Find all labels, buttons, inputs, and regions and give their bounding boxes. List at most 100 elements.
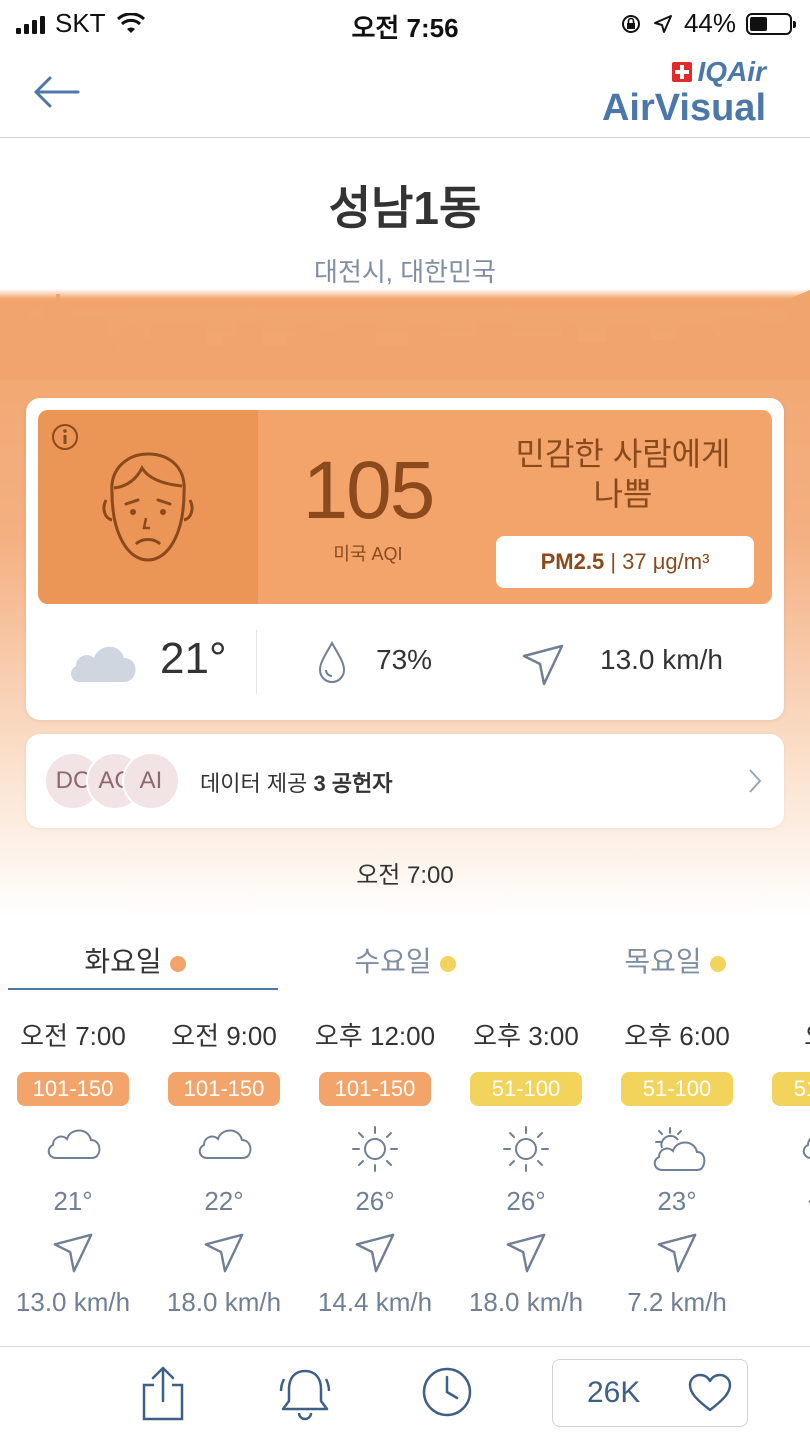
wind-direction-icon [506, 1233, 546, 1273]
aqi-range-badge: 101-150 [17, 1072, 129, 1106]
hour-column: 오후 12:00 101-150 26° 14.4 km/h [300, 1016, 450, 1318]
bottom-toolbar: 26K [0, 1346, 810, 1440]
cloud-icon [198, 1129, 252, 1159]
humidity-drop-icon [318, 640, 346, 683]
pollutant-value: 37 μg/m³ [622, 549, 710, 574]
hour-temperature: 26° [355, 1186, 395, 1216]
contributors-card[interactable]: DC AC AI 데이터 제공 3 공헌자 [26, 734, 784, 828]
history-button[interactable] [420, 1365, 474, 1424]
wind-direction-icon [53, 1233, 93, 1273]
swiss-cross-icon [671, 62, 692, 82]
clock-icon [422, 1367, 472, 1417]
aqi-range-badge: 51-100 [772, 1072, 810, 1106]
hour-temperature: 22° [204, 1186, 244, 1216]
status-bar: SKT 오전 7:56 44% [0, 0, 810, 46]
back-arrow-icon [34, 76, 80, 108]
hour-column: 오전 7:00 101-150 21° 13.0 km/h [0, 1016, 148, 1318]
share-button[interactable] [140, 1365, 186, 1428]
hour-temperature: 23° [657, 1186, 697, 1216]
bell-icon [279, 1369, 331, 1421]
pollutant-name: PM2.5 [540, 549, 605, 574]
partly-cloudy-icon [653, 1127, 706, 1171]
current-wind-speed: 13.0 km/h [600, 644, 723, 675]
heart-icon [688, 1373, 732, 1412]
tab-underline [8, 988, 278, 990]
likes-count: 26K [587, 1376, 641, 1409]
tab-day-label: 화요일 [84, 946, 162, 977]
hour-temperature: 21° [53, 1186, 93, 1216]
aqi-panel: 105 미국 AQI 민감한 사람에게 나쁨 PM2.5 | 37 μg/m³ [38, 410, 772, 604]
contributor-avatar: AI [122, 752, 180, 810]
nav-bar: IQAir AirVisual [0, 46, 810, 138]
current-humidity: 73% [376, 644, 433, 675]
battery-icon [746, 12, 796, 35]
city-name: 성남1동 [328, 182, 482, 234]
aqi-status-line2: 나쁨 [593, 476, 653, 512]
brand-top: IQAir [697, 56, 766, 87]
day-tabs: 화요일 수요일 목요일 [0, 940, 810, 992]
cloud-icon [802, 1137, 810, 1159]
contributors-count: 3 공헌자 [313, 771, 393, 796]
hour-column: 오후 3:00 51-100 26° 18.0 km/h [451, 1016, 601, 1318]
hour-time: 오전 9:00 [171, 1021, 277, 1051]
hour-wind-speed: 3.6 [753, 1244, 810, 1275]
hour-wind-speed: 18.0 km/h [166, 1287, 282, 1317]
updated-time: 오전 7:00 [356, 862, 454, 889]
hourly-forecast[interactable]: 오전 7:00 101-150 21° 13.0 km/h 오전 9:00 10… [0, 1016, 810, 1346]
sad-face-icon [102, 452, 194, 562]
hour-wind-speed: 7.2 km/h [627, 1287, 727, 1317]
cloud-icon [71, 646, 136, 682]
alarm-button[interactable] [276, 1365, 334, 1428]
battery-percent: 44% [683, 8, 736, 38]
aqi-range-badge: 101-150 [168, 1072, 280, 1106]
aqi-range-badge: 101-150 [319, 1072, 431, 1106]
aqi-range-badge: 51-100 [470, 1072, 582, 1106]
hour-wind-speed: 18.0 km/h [468, 1287, 584, 1317]
wind-direction-icon [355, 1233, 395, 1273]
tab-day-1[interactable]: 화요일 [0, 940, 270, 980]
tab-day-2[interactable]: 수요일 [270, 940, 540, 980]
hour-column: 오후 51-100 3.6 [753, 1016, 810, 1275]
status-right: 44% [620, 8, 796, 39]
aqi-dot [169, 955, 186, 972]
hour-time: 오후 3:00 [473, 1021, 579, 1051]
favorite-button[interactable]: 26K [552, 1359, 748, 1427]
location-arrow-icon [653, 14, 672, 33]
aqi-status-line1: 민감한 사람에게 [515, 436, 731, 472]
aqi-card[interactable]: 105 미국 AQI 민감한 사람에게 나쁨 PM2.5 | 37 μg/m³ … [26, 398, 784, 720]
contributors-text: 데이터 제공 3 공헌자 [200, 766, 393, 798]
hour-wind-speed: 13.0 km/h [15, 1287, 131, 1317]
aqi-range-badge: 51-100 [621, 1072, 733, 1106]
wind-direction-icon [522, 644, 564, 686]
hour-time: 오후 [753, 1016, 810, 1054]
tab-day-3[interactable]: 목요일 [540, 940, 810, 980]
current-weather-row: 21° 73% 13.0 km/h [26, 616, 784, 716]
aqi-value: 105 [302, 445, 436, 536]
aqi-unit: 미국 AQI [333, 544, 403, 564]
hour-time: 오후 6:00 [624, 1021, 730, 1051]
brand-logo: IQAir AirVisual [602, 56, 766, 128]
wind-direction-icon [808, 1200, 810, 1203]
hour-column: 오전 9:00 101-150 22° 18.0 km/h [149, 1016, 299, 1318]
hour-column: 오후 6:00 51-100 23° 7.2 km/h [602, 1016, 752, 1318]
brand-bottom: AirVisual [601, 87, 766, 129]
contributors-prefix: 데이터 제공 [200, 771, 308, 796]
share-icon [142, 1366, 184, 1421]
chevron-right-icon [749, 769, 762, 793]
current-temperature: 21° [160, 634, 227, 683]
aqi-dot [439, 955, 456, 972]
weather-divider [256, 630, 257, 694]
region-name: 대전시, 대한민국 [314, 257, 496, 287]
aqi-dot [709, 955, 726, 972]
main-pollutant-pill[interactable]: PM2.5 | 37 μg/m³ [496, 536, 754, 588]
info-icon[interactable] [50, 422, 80, 452]
hour-wind-speed: 14.4 km/h [317, 1287, 433, 1317]
aqi-status: 민감한 사람에게 나쁨 [488, 434, 758, 514]
back-button[interactable] [30, 72, 82, 112]
sun-icon [503, 1126, 549, 1172]
face-area [38, 410, 258, 604]
cloud-icon [47, 1129, 101, 1159]
tab-day-label: 수요일 [354, 946, 432, 977]
tab-day-label: 목요일 [624, 946, 702, 977]
orientation-lock-icon [621, 14, 640, 33]
